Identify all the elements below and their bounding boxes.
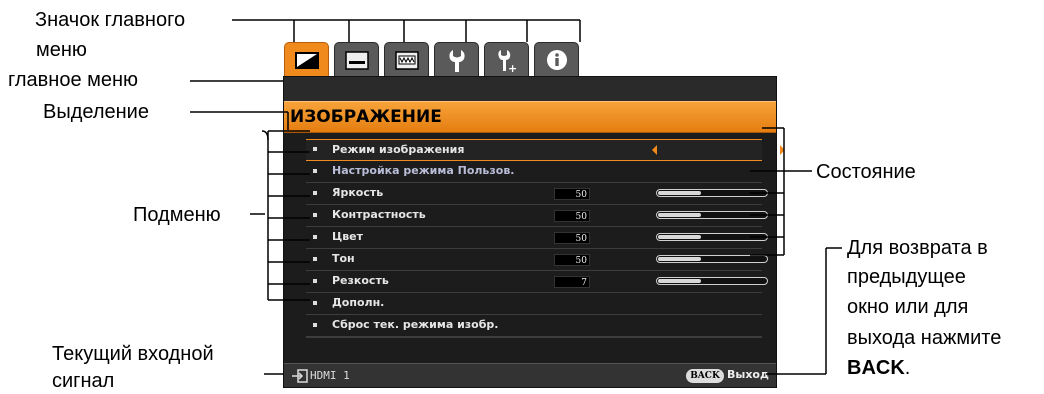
right-arrow-icon[interactable] bbox=[780, 145, 785, 155]
back-button[interactable]: BACK bbox=[686, 369, 724, 383]
annotation-highlight: Выделение bbox=[43, 101, 149, 123]
display-icon bbox=[345, 51, 369, 70]
menu-item-color[interactable]: Цвет 50 bbox=[306, 227, 768, 249]
menu-item-label: Цвет bbox=[332, 230, 364, 243]
tab-information[interactable] bbox=[534, 42, 579, 76]
annotation-current-input-line1: Текущий входной bbox=[52, 343, 214, 365]
color-slider[interactable] bbox=[656, 233, 768, 241]
slider-fill bbox=[658, 191, 702, 195]
menu-item-sharpness[interactable]: Резкость 7 bbox=[306, 271, 768, 293]
menu-item-label: Сброс тек. режима изобр. bbox=[332, 318, 499, 331]
wrench-icon bbox=[449, 50, 465, 72]
menu-item-label: Яркость bbox=[332, 186, 384, 199]
brightness-slider[interactable] bbox=[656, 189, 768, 197]
tab-advanced-setup[interactable]: + bbox=[484, 42, 529, 76]
menu-item-reset-picture-mode[interactable]: Сброс тек. режима изобр. bbox=[306, 315, 762, 337]
bullet bbox=[313, 213, 317, 217]
annotation-back-line4: выхода нажмите bbox=[847, 327, 1002, 349]
menu-divider bbox=[306, 337, 762, 338]
annotation-back-line3: окно или для bbox=[847, 296, 969, 318]
tab-picture[interactable] bbox=[284, 42, 329, 76]
menu-item-tint[interactable]: Тон 50 bbox=[306, 249, 768, 271]
svg-text:+: + bbox=[508, 62, 517, 75]
bullet bbox=[313, 279, 317, 283]
bullet bbox=[313, 301, 317, 305]
menu-item-user-mode-settings[interactable]: Настройка режима Пользов. bbox=[306, 161, 762, 183]
info-icon bbox=[547, 50, 567, 70]
bullet bbox=[313, 323, 317, 327]
exit-label: Выход bbox=[727, 368, 769, 381]
menu-item-brightness[interactable]: Яркость 50 bbox=[306, 183, 768, 205]
slider-fill bbox=[658, 213, 702, 217]
menu-item-label: Настройка режима Пользов. bbox=[332, 164, 515, 177]
wall-color-icon bbox=[395, 51, 419, 70]
osd-menu: ИЗОБРАЖЕНИЕ Режим изображения Настройка … bbox=[283, 76, 785, 388]
sharpness-value: 7 bbox=[554, 276, 590, 288]
menu-status-bar: HDMI 1 BACK Выход bbox=[284, 363, 776, 387]
annotation-main-menu: главное меню bbox=[8, 69, 139, 91]
annotation-back-line2: предыдущее bbox=[847, 266, 966, 288]
slider-fill bbox=[658, 235, 702, 239]
advanced-wrench-icon: + bbox=[498, 50, 517, 75]
menu-item-advanced[interactable]: Дополн. bbox=[306, 293, 762, 315]
left-arrow-icon[interactable] bbox=[652, 145, 657, 155]
menu-item-label: Резкость bbox=[332, 274, 389, 287]
menu-item-label: Тон bbox=[332, 252, 355, 265]
menu-item-label: Контрастность bbox=[332, 208, 426, 221]
contrast-value: 50 bbox=[554, 210, 590, 222]
brightness-value: 50 bbox=[554, 188, 590, 200]
current-input-source: HDMI 1 bbox=[310, 369, 350, 382]
bullet bbox=[313, 235, 317, 239]
tab-display[interactable] bbox=[334, 42, 379, 76]
menu-item-picture-mode[interactable]: Режим изображения bbox=[306, 139, 785, 161]
annotation-back-key: BACK bbox=[847, 357, 905, 379]
menu-item-contrast[interactable]: Контрастность 50 bbox=[306, 205, 768, 227]
annotation-submenu: Подменю bbox=[133, 204, 221, 226]
annotation-back-line1: Для возврата в bbox=[847, 237, 988, 259]
color-value: 50 bbox=[554, 232, 590, 244]
input-source-icon bbox=[292, 369, 308, 383]
slider-fill bbox=[658, 257, 702, 261]
annotation-main-menu-icon-line2: меню bbox=[36, 39, 87, 61]
bullet bbox=[313, 169, 317, 173]
menu-top-strip bbox=[284, 77, 776, 101]
annotation-back-period: . bbox=[904, 357, 911, 379]
slider-fill bbox=[658, 279, 702, 283]
bullet bbox=[313, 191, 317, 195]
tab-setup[interactable] bbox=[434, 42, 479, 76]
annotation-status: Состояние bbox=[816, 161, 916, 183]
picture-icon bbox=[295, 52, 319, 69]
tint-slider[interactable] bbox=[656, 255, 768, 263]
tab-wall-color[interactable] bbox=[384, 42, 429, 76]
annotation-current-input-line2: сигнал bbox=[52, 370, 115, 392]
tint-value: 50 bbox=[554, 254, 590, 266]
sharpness-slider[interactable] bbox=[656, 277, 768, 285]
contrast-slider[interactable] bbox=[656, 211, 768, 219]
menu-item-label: Режим изображения bbox=[332, 143, 465, 156]
bullet bbox=[313, 257, 317, 261]
annotation-main-menu-icon-line1: Значок главного bbox=[35, 9, 186, 31]
menu-title: ИЗОБРАЖЕНИЕ bbox=[284, 101, 776, 133]
annotation-back-line5: BACK. bbox=[847, 356, 910, 380]
bullet bbox=[313, 147, 317, 151]
menu-item-label: Дополн. bbox=[332, 296, 385, 309]
